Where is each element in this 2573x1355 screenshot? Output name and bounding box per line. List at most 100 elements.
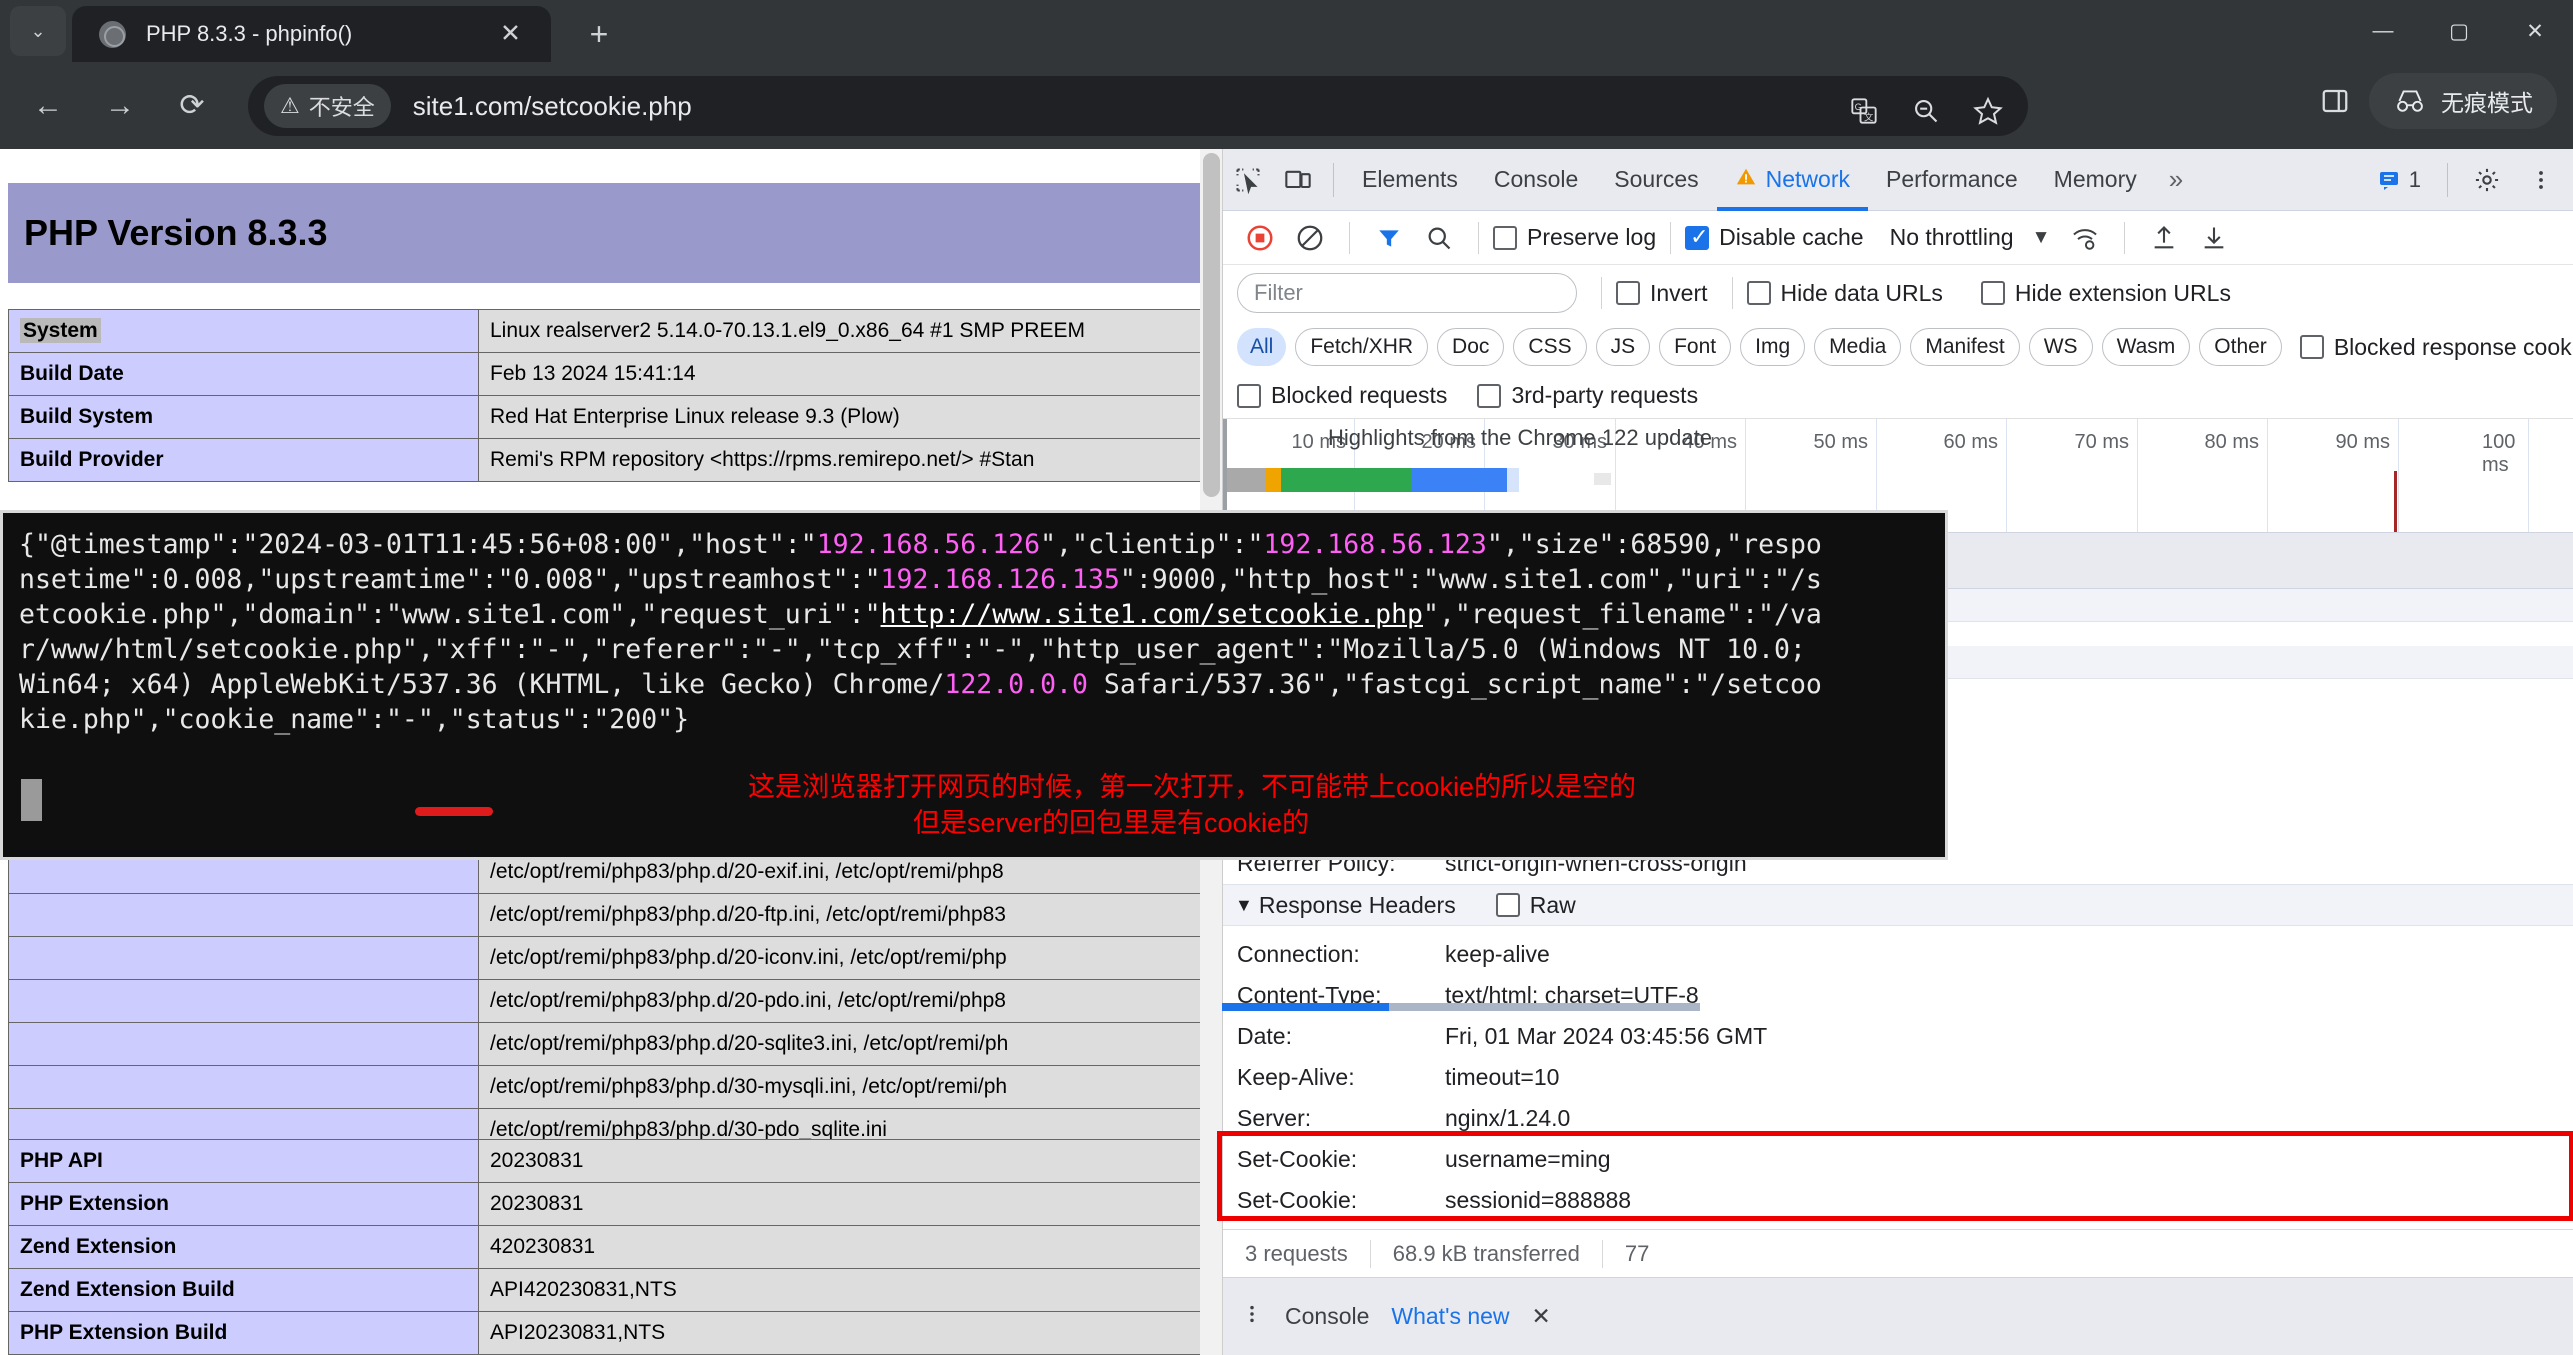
type-filter-img[interactable]: Img bbox=[1740, 328, 1805, 366]
checkbox-box bbox=[1496, 893, 1520, 917]
type-filter-ws[interactable]: WS bbox=[2029, 328, 2093, 366]
type-filter-js[interactable]: JS bbox=[1596, 328, 1651, 366]
side-panel-icon[interactable] bbox=[2307, 73, 2363, 129]
maximize-button[interactable]: ▢ bbox=[2421, 0, 2497, 62]
network-progress-fill bbox=[1222, 1003, 1389, 1011]
hide-extension-urls-checkbox[interactable]: Hide extension URLs bbox=[1981, 280, 2231, 307]
drawer-close-icon[interactable]: ✕ bbox=[1532, 1303, 1551, 1330]
terminal-text-span: ","size":68590,"respo bbox=[1487, 529, 1822, 560]
response-header-row: Keep-Alive:timeout=10 bbox=[1223, 1057, 2573, 1098]
invert-checkbox[interactable]: Invert bbox=[1616, 280, 1708, 307]
throttling-dropdown[interactable]: No throttling ▼ bbox=[1890, 224, 2051, 251]
table-cell-value: API20230831,NTS bbox=[479, 1312, 1203, 1355]
table-cell-value: 420230831 bbox=[479, 1226, 1203, 1269]
new-tab-button[interactable]: + bbox=[575, 12, 623, 56]
table-row: Build SystemRed Hat Enterprise Linux rel… bbox=[9, 396, 1203, 439]
tab-console[interactable]: Console bbox=[1476, 149, 1596, 211]
table-cell-key bbox=[9, 980, 479, 1023]
tab-elements[interactable]: Elements bbox=[1344, 149, 1476, 211]
divider bbox=[1478, 222, 1479, 254]
type-filter-wasm[interactable]: Wasm bbox=[2102, 328, 2191, 366]
close-icon[interactable]: ✕ bbox=[500, 22, 521, 47]
minimize-button[interactable]: — bbox=[2345, 0, 2421, 62]
issues-badge[interactable]: 1 bbox=[2365, 167, 2433, 193]
clear-icon[interactable] bbox=[1285, 213, 1335, 263]
record-stop-icon[interactable] bbox=[1235, 213, 1285, 263]
network-conditions-icon[interactable] bbox=[2060, 213, 2110, 263]
whats-new-note: Highlights from the Chrome 122 update bbox=[1328, 425, 1712, 451]
terminal-line: etcookie.php","domain":"www.site1.com","… bbox=[19, 597, 1939, 632]
incognito-indicator[interactable]: 无痕模式 bbox=[2369, 73, 2557, 129]
drawer-tab-whats-new[interactable]: What's new bbox=[1391, 1303, 1509, 1330]
page-scrollbar-thumb[interactable] bbox=[1203, 153, 1220, 497]
type-filter-other[interactable]: Other bbox=[2199, 328, 2282, 366]
inspect-element-icon[interactable] bbox=[1223, 155, 1273, 205]
type-filter-manifest[interactable]: Manifest bbox=[1910, 328, 2019, 366]
reload-button[interactable]: ⟳ bbox=[160, 74, 224, 138]
drawer-tab-console[interactable]: Console bbox=[1285, 1303, 1369, 1330]
tab-sources[interactable]: Sources bbox=[1596, 149, 1716, 211]
timeline-gridline bbox=[2398, 419, 2399, 533]
timeline-tick-label: 90 ms bbox=[2336, 431, 2398, 454]
gear-icon[interactable] bbox=[2462, 155, 2512, 205]
header-name: Date: bbox=[1237, 1023, 1445, 1050]
incognito-icon bbox=[2393, 87, 2427, 115]
terminal-text-span: 122.0.0.0 bbox=[944, 669, 1088, 700]
disable-cache-checkbox[interactable]: Disable cache bbox=[1685, 224, 1863, 251]
translate-icon[interactable]: G 文 bbox=[1838, 85, 1890, 137]
collapse-caret-icon[interactable]: ▼ bbox=[1235, 895, 1253, 916]
device-toolbar-icon[interactable] bbox=[1273, 155, 1323, 205]
type-filter-all[interactable]: All bbox=[1237, 328, 1286, 366]
response-headers-section[interactable]: ▼ Response Headers Raw bbox=[1223, 884, 2573, 926]
window-close-button[interactable]: ✕ bbox=[2497, 0, 2573, 62]
warning-triangle-icon: ⚠ bbox=[280, 93, 300, 119]
type-filter-font[interactable]: Font bbox=[1659, 328, 1731, 366]
browser-tab[interactable]: PHP 8.3.3 - phpinfo() ✕ bbox=[72, 6, 551, 62]
response-header-row: Set-Cookie:sessionid=888888 bbox=[1223, 1180, 2573, 1221]
tab-label: Memory bbox=[2054, 166, 2137, 193]
kebab-menu-icon[interactable] bbox=[1241, 1301, 1263, 1333]
type-filter-media[interactable]: Media bbox=[1814, 328, 1901, 366]
selected-text: System bbox=[20, 318, 101, 343]
blocked-requests-checkbox[interactable]: Blocked requests bbox=[1237, 382, 1447, 409]
raw-checkbox[interactable]: Raw bbox=[1496, 892, 1576, 919]
export-har-icon[interactable] bbox=[2189, 213, 2239, 263]
resources-size: 77 bbox=[1625, 1241, 1649, 1267]
type-filter-css[interactable]: CSS bbox=[1513, 328, 1586, 366]
star-icon[interactable] bbox=[1962, 85, 2014, 137]
table-row: PHP Extension20230831 bbox=[9, 1183, 1203, 1226]
request-count: 3 requests bbox=[1245, 1241, 1348, 1267]
more-tabs-button[interactable]: » bbox=[2155, 164, 2197, 195]
preserve-log-checkbox[interactable]: Preserve log bbox=[1493, 224, 1656, 251]
address-bar[interactable]: ⚠ 不安全 site1.com/setcookie.php G 文 bbox=[248, 76, 2028, 136]
table-cell-value: API420230831,NTS bbox=[479, 1269, 1203, 1312]
table-cell-key: Build Date bbox=[9, 353, 479, 396]
back-button[interactable]: ← bbox=[16, 74, 80, 138]
toolbar-right: 无痕模式 bbox=[2307, 73, 2557, 129]
funnel-icon[interactable] bbox=[1364, 213, 1414, 263]
table-row: Build ProviderRemi's RPM repository <htt… bbox=[9, 439, 1203, 482]
kebab-menu-icon[interactable] bbox=[2516, 155, 2566, 205]
table-row: /etc/opt/remi/php83/php.d/20-pdo.ini, /e… bbox=[9, 980, 1203, 1023]
header-name: Keep-Alive: bbox=[1237, 1064, 1445, 1091]
search-icon[interactable] bbox=[1414, 213, 1464, 263]
tab-search-button[interactable]: ⌄ bbox=[10, 6, 66, 56]
zoom-out-icon[interactable] bbox=[1900, 85, 1952, 137]
forward-button[interactable]: → bbox=[88, 74, 152, 138]
tab-performance[interactable]: Performance bbox=[1868, 149, 2036, 211]
terminal-text-span: ","request_filename":"/va bbox=[1423, 599, 1822, 630]
timeline-tick-label: 70 ms bbox=[2075, 431, 2137, 454]
third-party-requests-checkbox[interactable]: 3rd-party requests bbox=[1477, 382, 1698, 409]
type-filter-doc[interactable]: Doc bbox=[1437, 328, 1504, 366]
blocked-response-cookies-checkbox[interactable]: Blocked response cookies bbox=[2300, 334, 2573, 361]
type-filter-fetch-xhr[interactable]: Fetch/XHR bbox=[1295, 328, 1428, 366]
hide-data-urls-checkbox[interactable]: Hide data URLs bbox=[1747, 280, 1943, 307]
timeline-gridline bbox=[2267, 419, 2268, 533]
security-status-chip[interactable]: ⚠ 不安全 bbox=[264, 84, 391, 128]
tab-title: PHP 8.3.3 - phpinfo() bbox=[146, 21, 352, 47]
import-har-icon[interactable] bbox=[2139, 213, 2189, 263]
filter-input[interactable] bbox=[1237, 273, 1577, 313]
tab-memory[interactable]: Memory bbox=[2036, 149, 2155, 211]
chevron-down-icon: ▼ bbox=[2032, 227, 2051, 249]
tab-network[interactable]: Network bbox=[1717, 149, 1868, 211]
